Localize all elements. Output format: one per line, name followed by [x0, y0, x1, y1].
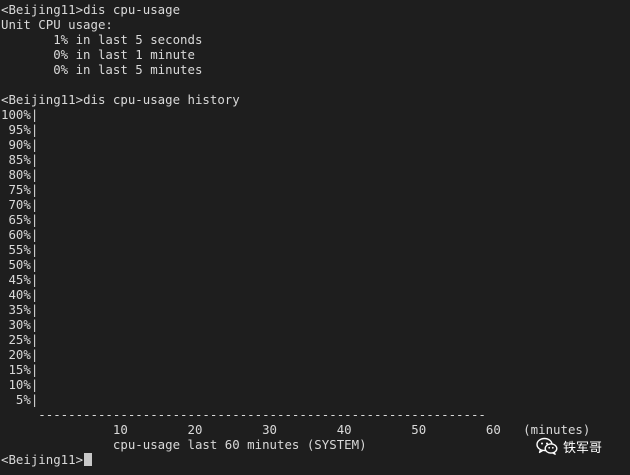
watermark: 铁军哥 [536, 436, 602, 456]
command-line-1: <Beijing11>dis cpu-usage [1, 2, 180, 17]
terminal-window[interactable]: <Beijing11>dis cpu-usage Unit CPU usage:… [0, 0, 630, 475]
watermark-text: 铁军哥 [563, 440, 603, 456]
prompt: <Beijing11> [1, 92, 84, 107]
unit-cpu-usage-title: Unit CPU usage: [1, 17, 113, 32]
y-axis-label: 80%| [1, 167, 39, 182]
y-axis-label: 10%| [1, 377, 39, 392]
chart-caption: cpu-usage last 60 minutes (SYSTEM) [1, 437, 367, 452]
prompt: <Beijing11> [1, 2, 84, 17]
y-axis-label: 30%| [1, 317, 39, 332]
y-axis-label: 40%| [1, 287, 39, 302]
y-axis-label: 35%| [1, 302, 39, 317]
y-axis-label: 50%| [1, 257, 39, 272]
usage-5-minutes: 0% in last 5 minutes [1, 62, 203, 77]
y-axis-label: 75%| [1, 182, 39, 197]
y-axis-label: 20%| [1, 347, 39, 362]
y-axis-label: 55%| [1, 242, 39, 257]
y-axis-label: 100%| [1, 107, 39, 122]
final-command-line[interactable]: <Beijing11> [1, 452, 93, 467]
usage-1-minute: 0% in last 1 minute [1, 47, 195, 62]
y-axis-label: 70%| [1, 197, 39, 212]
y-axis-label: 90%| [1, 137, 39, 152]
y-axis-label: 85%| [1, 152, 39, 167]
command-line-2: <Beijing11>dis cpu-usage history [1, 92, 240, 107]
usage-5-seconds: 1% in last 5 seconds [1, 32, 203, 47]
y-axis-label: 5%| [1, 392, 39, 407]
command-text: dis cpu-usage history [83, 92, 240, 107]
x-axis-ticks: 10 20 30 40 50 60 (minutes) [1, 422, 591, 437]
x-axis-line: ----------------------------------------… [1, 407, 486, 422]
y-axis-label: 45%| [1, 272, 39, 287]
prompt: <Beijing11> [1, 452, 84, 467]
wechat-icon [536, 437, 558, 455]
y-axis-label: 60%| [1, 227, 39, 242]
y-axis-label: 65%| [1, 212, 39, 227]
y-axis-label: 15%| [1, 362, 39, 377]
command-text: dis cpu-usage [83, 2, 181, 17]
text-cursor [84, 453, 93, 466]
y-axis-label: 95%| [1, 122, 39, 137]
y-axis-label: 25%| [1, 332, 39, 347]
